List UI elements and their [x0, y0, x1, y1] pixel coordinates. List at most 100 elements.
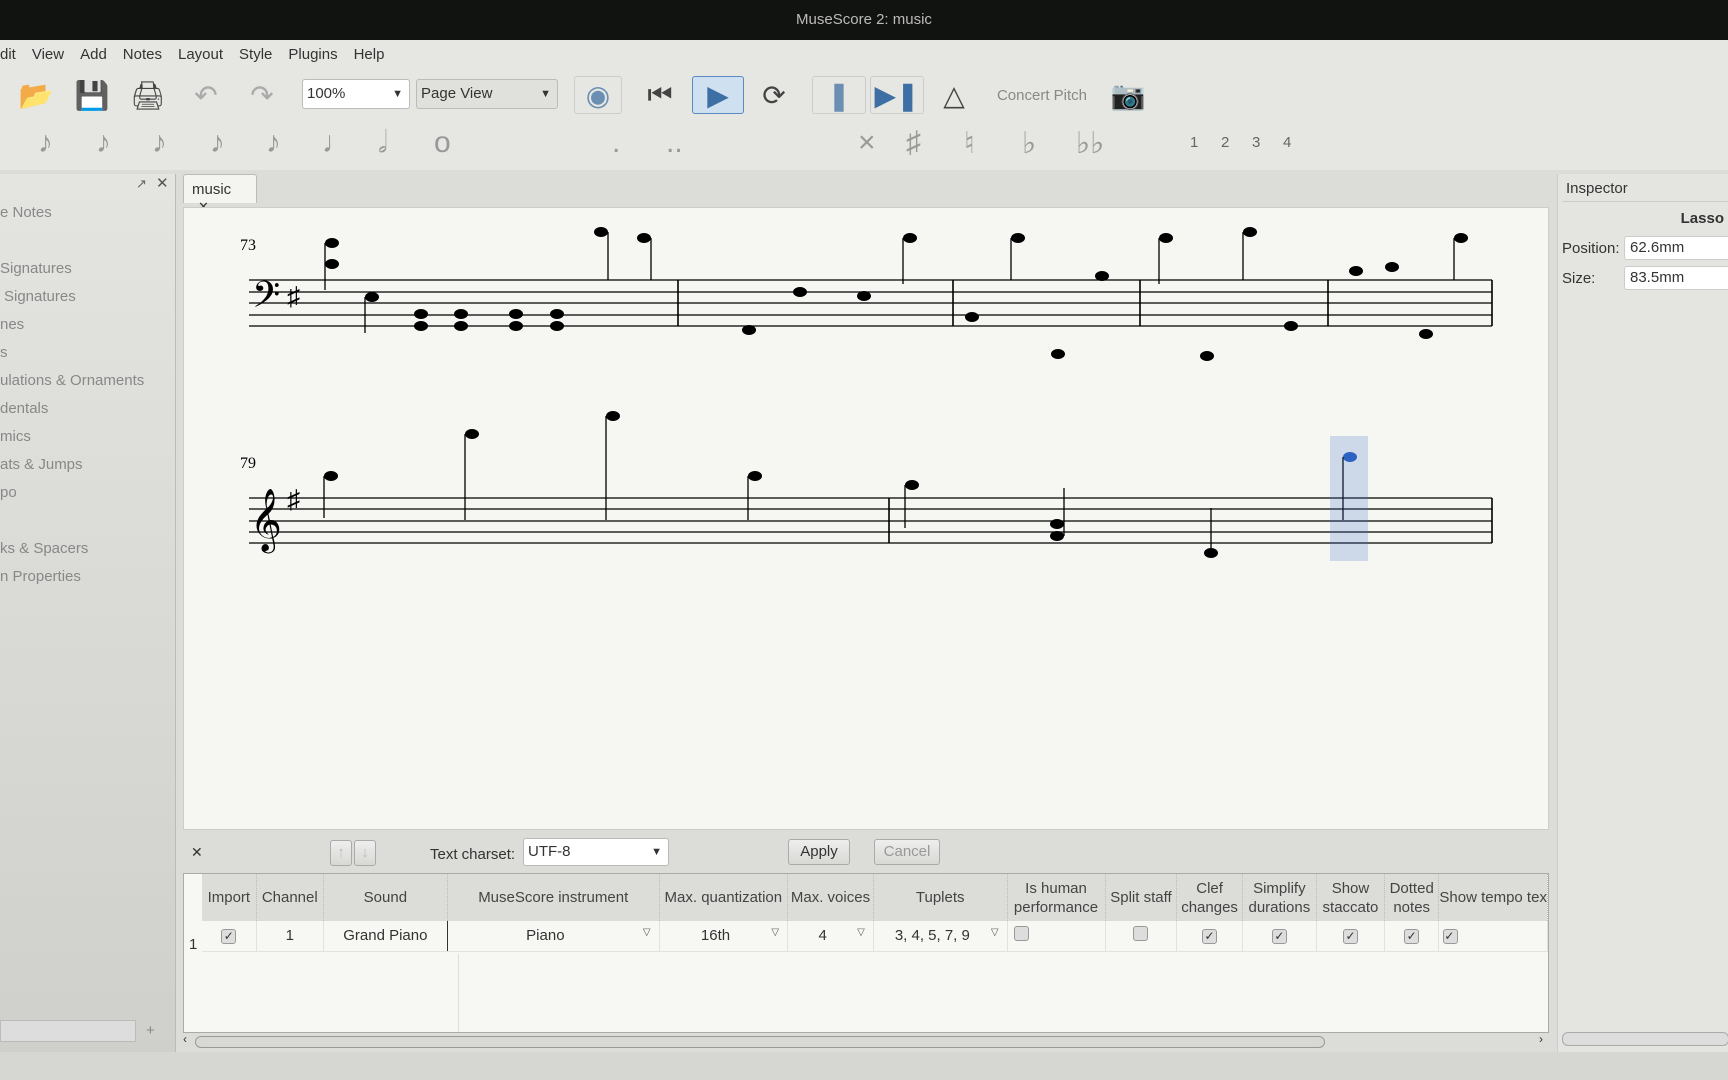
column-header[interactable]: Import [202, 874, 257, 921]
menu-layout[interactable]: Layout [170, 40, 231, 70]
palette-item[interactable]: mics [0, 428, 31, 445]
palette-item[interactable]: dentals [0, 400, 48, 417]
dotted-notes-checkbox[interactable]: ✓ [1404, 929, 1420, 945]
palette-select[interactable] [0, 1020, 136, 1042]
menu-view[interactable]: View [24, 40, 72, 70]
column-header[interactable]: Is human performance [1007, 874, 1106, 921]
column-header[interactable]: Show staccato [1316, 874, 1386, 921]
double-flat-icon[interactable]: ♭♭ [1076, 126, 1104, 161]
clef-changes-checkbox[interactable]: ✓ [1202, 929, 1218, 945]
column-header[interactable]: Dotted notes [1384, 874, 1440, 921]
double-dot-icon[interactable]: .. [666, 126, 683, 160]
voice-3-button[interactable]: 3 [1252, 134, 1260, 151]
menu-plugins[interactable]: Plugins [280, 40, 345, 70]
human-performance-checkbox[interactable] [1013, 926, 1029, 942]
show-staccato-checkbox[interactable]: ✓ [1342, 929, 1358, 945]
double-sharp-icon[interactable]: × [858, 126, 876, 160]
scroll-right-icon[interactable]: › [1539, 1032, 1543, 1046]
repeat-icon[interactable]: ❚ [812, 76, 866, 114]
open-icon[interactable]: 📂 [14, 76, 58, 114]
column-header[interactable]: Simplify durations [1242, 874, 1317, 921]
menu-style[interactable]: Style [231, 40, 280, 70]
voice-4-button[interactable]: 4 [1283, 134, 1291, 151]
palette-item[interactable]: ks & Spacers [0, 540, 88, 557]
menu-help[interactable]: Help [346, 40, 393, 70]
pan-icon[interactable]: ▶❚ [870, 76, 924, 114]
column-header[interactable]: MuseScore instrument [447, 874, 660, 921]
import-checkbox[interactable]: ✓ [221, 929, 237, 945]
eighth-note-icon[interactable]: ♪ [210, 126, 225, 160]
augmentation-dot-icon[interactable]: . [612, 126, 620, 160]
move-up-button[interactable]: ↑ [330, 840, 352, 866]
palette-item[interactable]: Signatures [0, 260, 72, 277]
lasso-selection[interactable] [1330, 436, 1368, 561]
tuplets-cell[interactable]: 3, 4, 5, 7, 9 ▽ [873, 921, 1008, 952]
loop-icon[interactable]: ⟳ [752, 76, 796, 114]
scrollbar-thumb[interactable] [195, 1036, 1325, 1048]
column-header[interactable]: Channel [256, 874, 324, 921]
charset-select[interactable]: UTF-8 ▼ [523, 838, 669, 866]
menu-add[interactable]: Add [72, 40, 115, 70]
score-notation[interactable]: 73 𝄢 ♯ 79 𝄞 ♯ [184, 208, 1550, 831]
column-header[interactable]: Tuplets [873, 874, 1008, 921]
close-icon[interactable]: ✕ [156, 174, 169, 192]
voices-cell[interactable]: 4 ▽ [787, 921, 874, 952]
print-icon[interactable]: 🖨 [126, 76, 170, 114]
horizontal-scrollbar[interactable]: ‹ › [183, 1032, 1549, 1049]
position-input[interactable]: 62.6mm [1624, 236, 1728, 260]
zoom-select[interactable]: 100% ▼ [302, 79, 410, 109]
palette-item[interactable]: po [0, 484, 17, 501]
scroll-left-icon[interactable]: ‹ [183, 1032, 187, 1046]
16th-note-icon[interactable]: ♪ [152, 126, 167, 160]
metronome-icon[interactable]: △ [932, 76, 976, 114]
move-down-button[interactable]: ↓ [354, 840, 376, 866]
play-button[interactable]: ▶ [692, 76, 744, 114]
camera-icon[interactable]: 📷 [1104, 76, 1152, 114]
simplify-durations-checkbox[interactable]: ✓ [1271, 929, 1287, 945]
view-mode-select[interactable]: Page View ▼ [416, 79, 558, 109]
tab-music[interactable]: music ✕ [183, 174, 257, 214]
float-icon[interactable]: ↗ [136, 176, 147, 192]
whole-note-icon[interactable]: o [434, 126, 451, 160]
quarter-note-icon[interactable]: ♩ [322, 126, 352, 160]
half-note-icon[interactable]: 𝅗𝅥 [378, 126, 387, 160]
column-header[interactable]: Max. voices [787, 874, 874, 921]
column-header[interactable]: Show tempo tex [1438, 874, 1548, 921]
column-header[interactable]: Clef changes [1176, 874, 1243, 921]
menu-notes[interactable]: Notes [115, 40, 170, 70]
64th-note-icon[interactable]: ♪ [38, 126, 53, 160]
palette-item[interactable]: n Properties [0, 568, 81, 585]
palette-item[interactable]: nes [0, 316, 24, 333]
natural-icon[interactable]: ♮ [964, 126, 975, 161]
sharp-icon[interactable]: ♯ [906, 126, 921, 160]
redo-icon[interactable]: ↷ [240, 76, 284, 114]
cancel-button[interactable]: Cancel [874, 839, 940, 865]
palette-item[interactable]: e Notes [0, 204, 52, 221]
concert-pitch-button[interactable]: Concert Pitch [992, 76, 1092, 114]
quantization-cell[interactable]: 16th ▽ [659, 921, 789, 952]
horizontal-scrollbar[interactable] [1562, 1032, 1728, 1046]
undo-icon[interactable]: ↶ [184, 76, 228, 114]
save-icon[interactable]: 💾 [70, 76, 114, 114]
palette-item[interactable]: Signatures [4, 288, 76, 305]
apply-button[interactable]: Apply [788, 839, 850, 865]
voice-1-button[interactable]: 1 [1190, 134, 1198, 151]
close-icon[interactable]: ✕ [191, 844, 203, 861]
column-header[interactable]: Split staff [1105, 874, 1178, 921]
flat-icon[interactable]: ♭ [1022, 126, 1036, 161]
palette-item[interactable]: s [0, 344, 8, 361]
size-input[interactable]: 83.5mm [1624, 266, 1728, 290]
32nd-note-icon[interactable]: ♪ [96, 126, 111, 160]
show-tempo-text-checkbox[interactable]: ✓ [1443, 929, 1459, 945]
score-canvas[interactable]: 73 𝄢 ♯ 79 𝄞 ♯ [183, 207, 1549, 830]
add-icon[interactable]: + [146, 1022, 155, 1039]
rewind-icon[interactable]: ⏮ [638, 76, 682, 114]
menu-edit[interactable]: dit [0, 40, 24, 70]
palette-item[interactable]: ats & Jumps [0, 456, 83, 473]
column-header[interactable]: Max. quantization [659, 874, 789, 921]
palette-item[interactable]: ulations & Ornaments [0, 372, 144, 389]
split-staff-checkbox[interactable] [1133, 926, 1149, 942]
voice-2-button[interactable]: 2 [1221, 134, 1229, 151]
column-header[interactable]: Sound [323, 874, 448, 921]
instrument-cell[interactable]: Piano ▽ [447, 921, 660, 952]
